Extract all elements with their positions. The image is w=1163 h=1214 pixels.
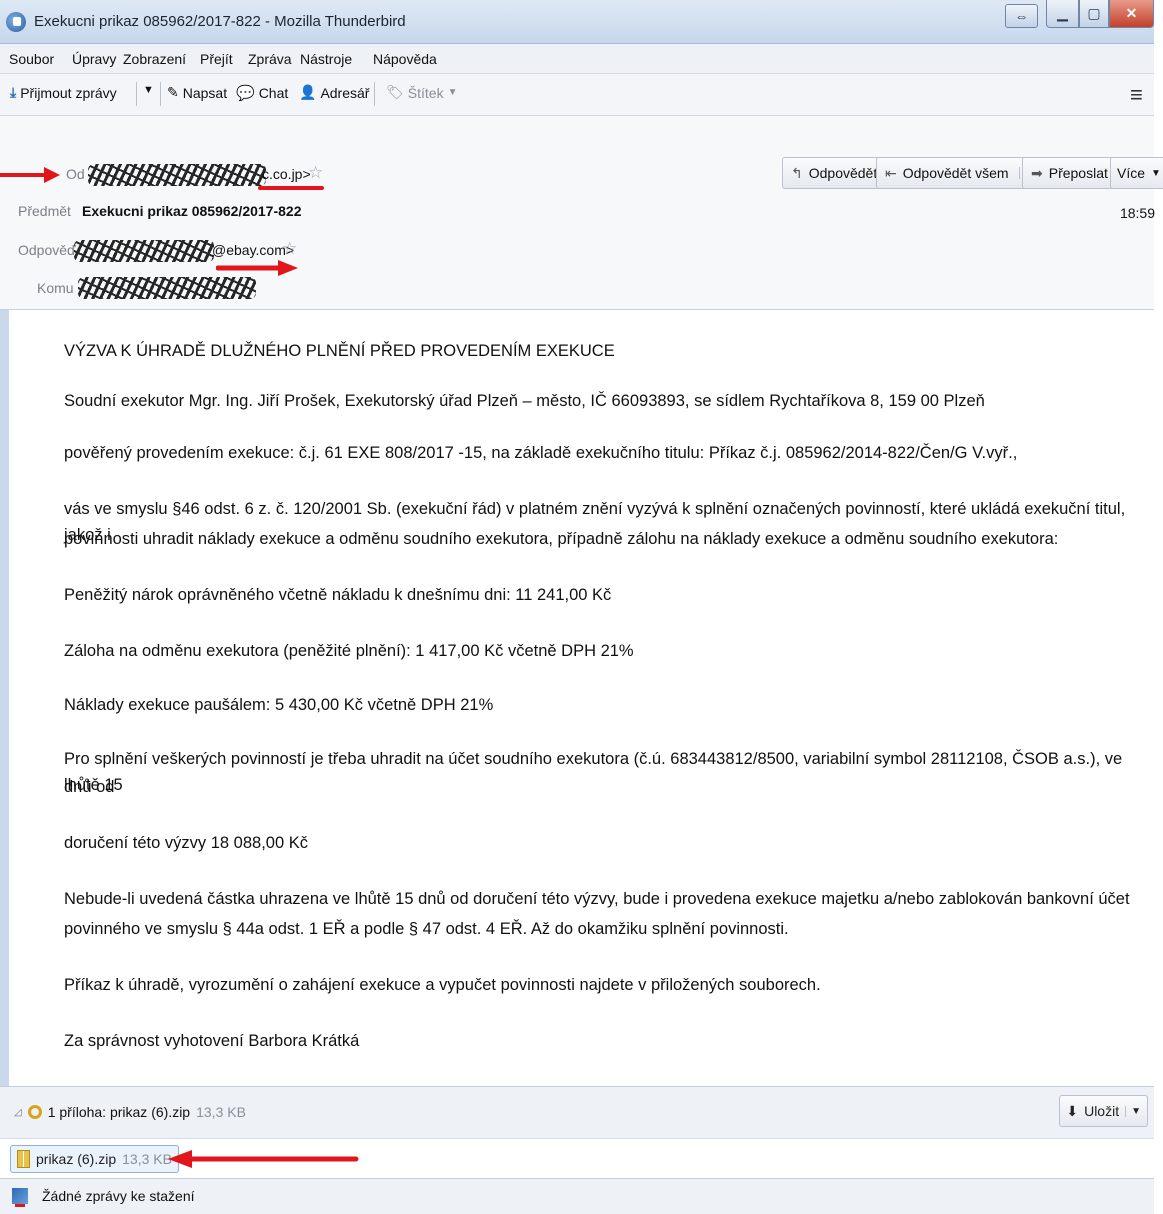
body-paragraph: Příkaz k úhradě, vyrozumění o zahájení e… — [64, 976, 821, 994]
star-icon[interactable]: ☆ — [282, 239, 297, 259]
more-button[interactable]: Více ▼ — [1110, 157, 1163, 189]
person-icon: 👤 — [299, 84, 317, 100]
body-paragraph: Za správnost vyhotovení Barbora Krátká — [64, 1032, 360, 1050]
main-toolbar: ⤓ Přijmout zprávy ▼ ✎ Napsat 💬 Chat 👤 Ad… — [0, 74, 1154, 116]
menu-nastroje[interactable]: Nástroje — [300, 51, 352, 67]
chevron-down-icon: ▼ — [143, 84, 154, 96]
subject-label: Předmět — [18, 203, 71, 219]
redacted-recipient — [78, 277, 256, 299]
chat-bubble-icon: 💬 — [236, 85, 255, 102]
app-menu-icon[interactable]: ≡ — [1130, 82, 1143, 108]
get-messages-label: Přijmout zprávy — [20, 84, 117, 101]
from-label: Od — [66, 166, 85, 182]
get-messages-button[interactable]: ⤓ Přijmout zprávy — [10, 84, 117, 101]
reply-button[interactable]: ↰ Odpovědět — [782, 157, 887, 189]
attachment-summary-size: 13,3 KB — [196, 1104, 246, 1120]
toolbar-separator — [160, 82, 161, 106]
body-paragraph: Záloha na odměnu exekutora (peněžité pln… — [64, 642, 634, 660]
annotation-arrow-from — [0, 167, 60, 183]
tag-icon: 🏷 — [386, 84, 404, 100]
body-heading: VÝZVA K ÚHRADĚ DLUŽNÉHO PLNĚNÍ PŘED PROV… — [64, 342, 615, 360]
thunderbird-app-icon — [6, 12, 26, 32]
subject-value: Exekucni prikaz 085962/2017-822 — [82, 203, 302, 219]
address-book-label: Adresář — [320, 84, 370, 101]
reply-to-label: Odpověď — [18, 242, 76, 258]
attachment-size: 13,3 KB — [122, 1151, 172, 1167]
back-icon[interactable]: ⇔ — [1005, 4, 1038, 28]
attachment-summary-label: 1 příloha: prikaz (6).zip — [47, 1104, 191, 1120]
status-bar: Žádné zprávy ke stažení — [0, 1178, 1154, 1214]
chevron-down-icon: ▼ — [1151, 167, 1161, 179]
body-paragraph: doručení této výzvy 18 088,00 Kč — [64, 834, 308, 852]
minimize-button[interactable]: ▁ — [1046, 0, 1079, 28]
redacted-sender — [88, 164, 266, 186]
pencil-icon: ✎ — [167, 84, 179, 100]
body-paragraph: Náklady exekuce paušálem: 5 430,00 Kč vč… — [64, 696, 494, 714]
address-book-button[interactable]: 👤 Adresář — [299, 84, 369, 101]
menu-napoveda[interactable]: Nápověda — [373, 51, 437, 67]
save-label: Uložit — [1084, 1103, 1120, 1119]
zip-file-icon — [17, 1150, 30, 1168]
star-icon[interactable]: ☆ — [308, 163, 323, 183]
toolbar-separator — [374, 82, 375, 106]
status-text: Žádné zprávy ke stažení — [42, 1188, 195, 1204]
menu-soubor[interactable]: Soubor — [9, 51, 54, 67]
to-label: Komu — [37, 280, 74, 296]
network-activity-icon — [12, 1188, 28, 1207]
chat-button[interactable]: 💬 Chat — [236, 84, 288, 102]
paperclip-icon — [27, 1105, 42, 1119]
title-bar: Exekucni prikaz 085962/2017-822 - Mozill… — [0, 0, 1154, 44]
maximize-button[interactable]: ▢ — [1079, 0, 1109, 28]
get-messages-dropdown[interactable]: ▼ — [143, 84, 154, 96]
annotation-arrow-reply-to — [216, 260, 298, 276]
body-paragraph: Peněžitý nárok oprávněného včetně náklad… — [64, 586, 612, 604]
annotation-underline-from — [258, 186, 324, 190]
menu-zobrazeni[interactable]: Zobrazení — [123, 51, 186, 67]
download-arrow-icon: ⬇ — [1066, 1102, 1079, 1119]
redacted-reply-to — [74, 240, 214, 262]
chevron-down-icon: ▼ — [447, 87, 458, 98]
annotation-arrow-attachment — [168, 1150, 359, 1168]
attachment-list: prikaz (6).zip 13,3 KB — [0, 1138, 1154, 1178]
window-title: Exekucni prikaz 085962/2017-822 - Mozill… — [34, 13, 406, 30]
from-address[interactable]: c.co.jp> — [262, 166, 311, 182]
body-paragraph: Soudní exekutor Mgr. Ing. Jiří Prošek, E… — [64, 392, 985, 410]
attachment-bar: ◿ 1 příloha: prikaz (6).zip 13,3 KB ⬇ Ul… — [0, 1086, 1154, 1138]
forward-button[interactable]: ➡ Přeposlat — [1022, 157, 1117, 189]
forward-label: Přeposlat — [1048, 165, 1108, 181]
menu-bar: Soubor Úpravy Zobrazení Přejít Zpráva Ná… — [0, 44, 1154, 74]
body-paragraph: povinnosti uhradit náklady exekuce a odm… — [64, 530, 1059, 548]
menu-zprava[interactable]: Zpráva — [248, 51, 292, 67]
reply-arrow-icon: ↰ — [791, 164, 803, 181]
attachment-name: prikaz (6).zip — [36, 1151, 117, 1167]
close-button[interactable]: ✕ — [1109, 0, 1154, 28]
body-paragraph: Nebude-li uvedená částka uhrazena ve lhů… — [64, 890, 1130, 908]
menu-prejit[interactable]: Přejít — [200, 51, 233, 67]
body-paragraph: povinného ve smyslu § 44a odst. 1 EŘ a p… — [64, 920, 789, 938]
reply-all-button[interactable]: ⇤ Odpovědět všem ▼ — [876, 157, 1046, 189]
collapse-triangle-icon[interactable]: ◿ — [14, 1107, 22, 1118]
reply-all-label: Odpovědět všem — [902, 165, 1009, 181]
forward-arrow-icon: ➡ — [1031, 164, 1043, 181]
menu-upravy[interactable]: Úpravy — [72, 51, 116, 67]
reply-label: Odpovědět — [808, 165, 878, 181]
chevron-down-icon[interactable]: ▼ — [1125, 1105, 1141, 1117]
status-message: Žádné zprávy ke stažení — [12, 1188, 195, 1207]
tag-button[interactable]: 🏷 Štítek ▼ — [386, 84, 457, 101]
body-paragraph: pověřený provedením exekuce: č.j. 61 EXE… — [64, 444, 1018, 462]
body-paragraph: dnů od — [64, 778, 115, 796]
tag-label: Štítek — [407, 84, 444, 101]
toolbar-separator — [136, 82, 137, 106]
save-attachment-button[interactable]: ⬇ Uložit ▼ — [1059, 1095, 1148, 1127]
reply-all-arrow-icon: ⇤ — [885, 164, 897, 181]
download-icon: ⤓ — [10, 84, 17, 100]
more-label: Více — [1117, 165, 1146, 181]
attachment-item[interactable]: prikaz (6).zip 13,3 KB — [10, 1145, 179, 1173]
message-time: 18:59 — [1119, 205, 1155, 221]
chat-label: Chat — [258, 85, 289, 101]
write-button[interactable]: ✎ Napsat — [167, 84, 227, 101]
write-label: Napsat — [182, 84, 228, 101]
attachment-summary[interactable]: ◿ 1 příloha: prikaz (6).zip 13,3 KB — [14, 1104, 246, 1120]
